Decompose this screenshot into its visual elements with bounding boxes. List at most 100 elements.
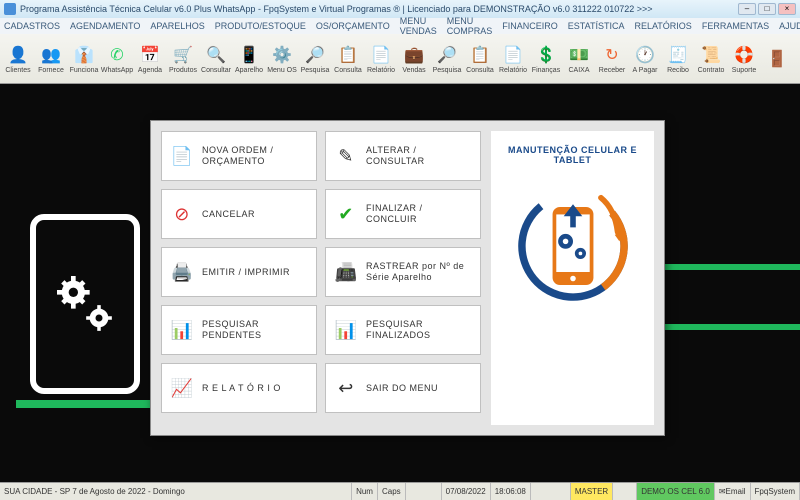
report-icon: 📄 <box>501 43 525 67</box>
sb-date: 07/08/2022 <box>442 483 491 500</box>
sb-spacer3 <box>613 483 637 500</box>
clock-icon: 🕐 <box>633 43 657 67</box>
tb-menu-os[interactable]: ⚙️Menu OS <box>266 37 298 81</box>
employee-icon: 👔 <box>72 43 96 67</box>
tb-agenda[interactable]: 📅Agenda <box>134 37 166 81</box>
person-icon: 👤 <box>6 43 30 67</box>
btn-finalizar[interactable]: ✔FINALIZAR / CONCLUIR <box>325 189 481 239</box>
btn-nova-ordem[interactable]: 📄NOVA ORDEM / ORÇAMENTO <box>161 131 317 181</box>
menubar: CADASTROS AGENDAMENTO APARELHOS PRODUTO/… <box>0 18 800 34</box>
exit-menu-icon: ↩ <box>334 376 358 400</box>
tb-suporte[interactable]: 🛟Suporte <box>728 37 760 81</box>
sb-caps: Caps <box>378 483 406 500</box>
menu-agendamento[interactable]: AGENDAMENTO <box>70 21 140 31</box>
btn-pesquisar-pendentes[interactable]: 📊PESQUISAR PENDENTES <box>161 305 317 355</box>
btn-cancelar[interactable]: ⊘CANCELAR <box>161 189 317 239</box>
tb-relatorio-v[interactable]: 📄Relatório <box>497 37 529 81</box>
menu-ajuda[interactable]: AJUDA <box>779 21 800 31</box>
tb-consulta-v[interactable]: 📋Consulta <box>464 37 496 81</box>
tb-caixa[interactable]: 💵CAIXA <box>563 37 595 81</box>
bg-phone-graphic <box>30 214 140 394</box>
tb-funciona[interactable]: 👔Funciona <box>68 37 100 81</box>
menu-relatorios[interactable]: RELATÓRIOS <box>634 21 691 31</box>
gear-icon: ⚙️ <box>270 43 294 67</box>
btn-emitir[interactable]: 🖨️EMITIR / IMPRIMIR <box>161 247 317 297</box>
sb-spacer <box>406 483 442 500</box>
search-icon: 🔎 <box>435 43 459 67</box>
close-button[interactable]: × <box>778 3 796 15</box>
cashbox-icon: 💵 <box>567 43 591 67</box>
tb-receber[interactable]: ↻Receber <box>596 37 628 81</box>
report-icon: 📈 <box>170 376 194 400</box>
tb-financas[interactable]: 💲Finanças <box>530 37 562 81</box>
os-menu-dialog: 📄NOVA ORDEM / ORÇAMENTO ✎ALTERAR / CONSU… <box>150 120 665 436</box>
sales-icon: 💼 <box>402 43 426 67</box>
edit-icon: ✎ <box>334 144 358 168</box>
dialog-side-panel: MANUTENÇÃO CELULAR E TABLET <box>491 131 654 425</box>
check-icon: ✔ <box>334 202 358 226</box>
receipt-icon: 🧾 <box>666 43 690 67</box>
minimize-button[interactable]: – <box>738 3 756 15</box>
tb-aparelho[interactable]: 📱Aparelho <box>233 37 265 81</box>
menu-compras[interactable]: MENU COMPRAS <box>447 16 493 36</box>
finished-icon: 📊 <box>334 318 358 342</box>
sb-location: SUA CIDADE - SP 7 de Agosto de 2022 - Do… <box>0 483 352 500</box>
finance-icon: 💲 <box>534 43 558 67</box>
menu-financeiro[interactable]: FINANCEIRO <box>502 21 558 31</box>
menu-aparelhos[interactable]: APARELHOS <box>150 21 204 31</box>
tb-pesquisa-os[interactable]: 🔎Pesquisa <box>299 37 331 81</box>
btn-sair-menu[interactable]: ↩SAIR DO MENU <box>325 363 481 413</box>
sb-email[interactable]: ✉ Email <box>715 483 751 500</box>
window-title: Programa Assistência Técnica Celular v6.… <box>20 4 738 14</box>
btn-relatorio[interactable]: 📈R E L A T Ó R I O <box>161 363 317 413</box>
btn-rastrear[interactable]: 📠RASTREAR por Nº de Série Aparelho <box>325 247 481 297</box>
products-icon: 🛒 <box>171 43 195 67</box>
maximize-button[interactable]: □ <box>758 3 776 15</box>
exit-icon: 🚪 <box>765 47 789 71</box>
new-order-icon: 📄 <box>170 144 194 168</box>
menu-estatistica[interactable]: ESTATÍSTICA <box>568 21 625 31</box>
tb-whatsapp[interactable]: ✆WhatsApp <box>101 37 133 81</box>
tb-consulta-os[interactable]: 📋Consulta <box>332 37 364 81</box>
toolbar: 👤Clientes 👥Fornece 👔Funciona ✆WhatsApp 📅… <box>0 34 800 84</box>
bg-lines-graphic <box>650 264 800 344</box>
tb-apagar[interactable]: 🕐A Pagar <box>629 37 661 81</box>
whatsapp-icon: ✆ <box>105 43 129 67</box>
side-title: MANUTENÇÃO CELULAR E TABLET <box>495 145 650 165</box>
sb-num: Num <box>352 483 378 500</box>
support-icon: 🛟 <box>732 43 756 67</box>
menu-cadastros[interactable]: CADASTROS <box>4 21 60 31</box>
print-icon: 🖨️ <box>170 260 194 284</box>
menu-os-orcamento[interactable]: OS/ORÇAMENTO <box>316 21 390 31</box>
gears-icon <box>50 269 120 339</box>
menu-vendas[interactable]: MENU VENDAS <box>400 16 437 36</box>
btn-pesquisar-finalizados[interactable]: 📊PESQUISAR FINALIZADOS <box>325 305 481 355</box>
sb-demo: DEMO OS CEL 6.0 <box>637 483 715 500</box>
report-icon: 📄 <box>369 43 393 67</box>
tb-recibo[interactable]: 🧾Recibo <box>662 37 694 81</box>
device-icon: 📱 <box>237 43 261 67</box>
pending-icon: 📊 <box>170 318 194 342</box>
tb-consultar[interactable]: 🔍Consultar <box>200 37 232 81</box>
sb-time: 18:06:08 <box>491 483 531 500</box>
tb-clientes[interactable]: 👤Clientes <box>2 37 34 81</box>
sb-fpq[interactable]: FpqSystem <box>751 483 800 500</box>
tb-pesquisa-v[interactable]: 🔎Pesquisa <box>431 37 463 81</box>
btn-alterar[interactable]: ✎ALTERAR / CONSULTAR <box>325 131 481 181</box>
maintenance-logo <box>508 181 638 311</box>
menu-ferramentas[interactable]: FERRAMENTAS <box>702 21 769 31</box>
tb-produtos[interactable]: 🛒Produtos <box>167 37 199 81</box>
supplier-icon: 👥 <box>39 43 63 67</box>
tb-vendas[interactable]: 💼Vendas <box>398 37 430 81</box>
tb-fornece[interactable]: 👥Fornece <box>35 37 67 81</box>
tb-relatorio-os[interactable]: 📄Relatório <box>365 37 397 81</box>
cancel-icon: ⊘ <box>170 202 194 226</box>
tb-contrato[interactable]: 📜Contrato <box>695 37 727 81</box>
sb-master: MASTER <box>571 483 613 500</box>
receive-icon: ↻ <box>600 43 624 67</box>
contract-icon: 📜 <box>699 43 723 67</box>
sb-spacer2 <box>531 483 571 500</box>
menu-produto-estoque[interactable]: PRODUTO/ESTOQUE <box>215 21 306 31</box>
calendar-icon: 📅 <box>138 43 162 67</box>
tb-exit[interactable]: 🚪 <box>761 37 793 81</box>
